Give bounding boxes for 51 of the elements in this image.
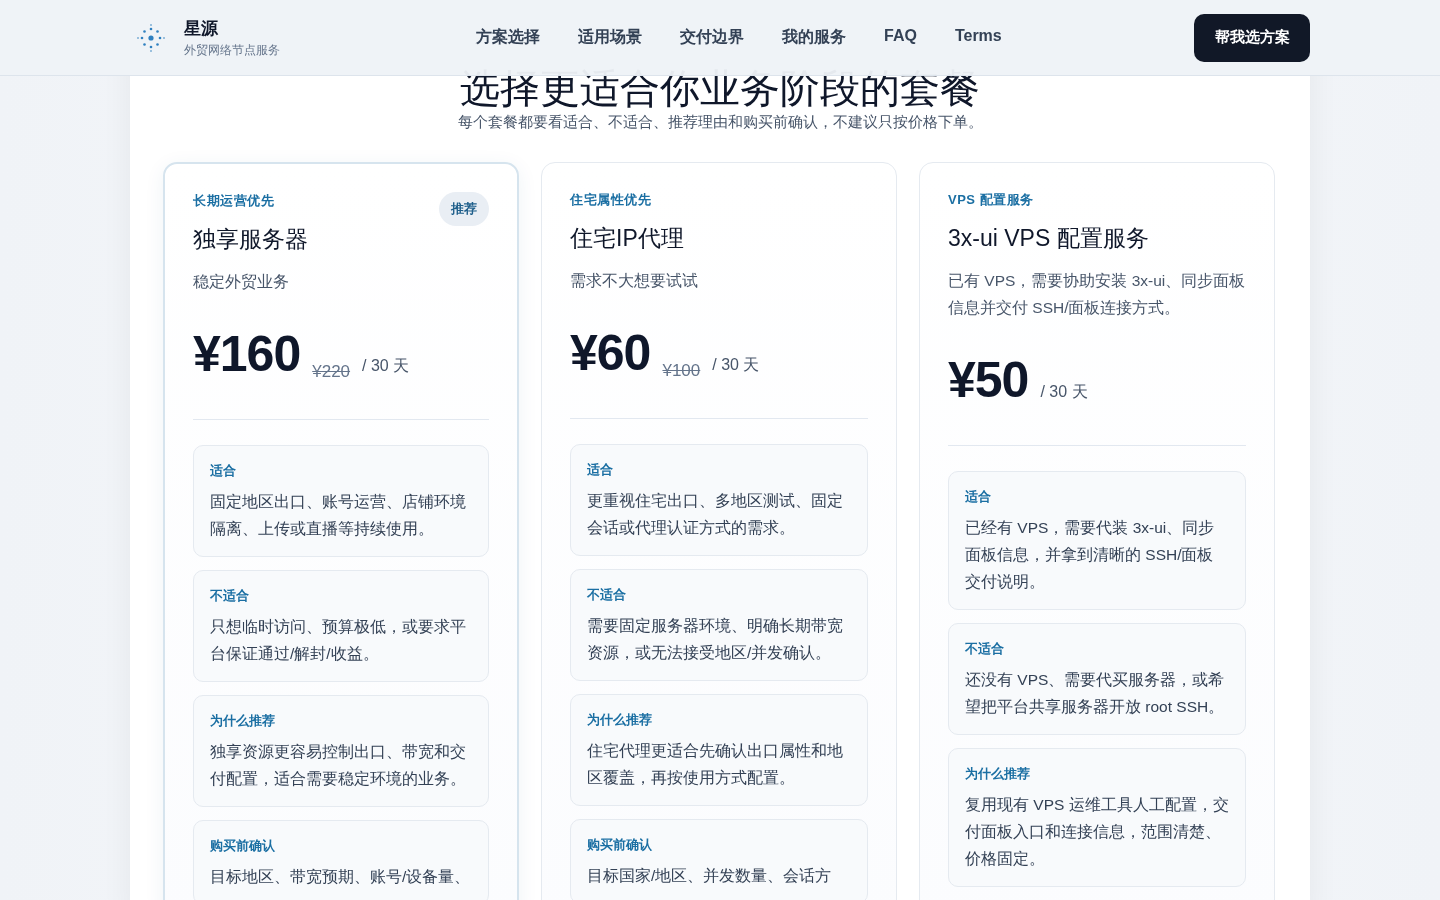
billing-period: / 30 天 <box>362 356 410 376</box>
nav-link[interactable]: FAQ <box>884 27 917 48</box>
info-label: 不适合 <box>587 586 627 604</box>
info-label: 不适合 <box>210 587 250 605</box>
original-price: ¥100 <box>662 360 701 382</box>
section-subtitle: 每个套餐都要看适合、不适合、推荐理由和购买前确认，不建议只按价格下单。 <box>456 112 984 132</box>
plan-category: VPS 配置服务 <box>948 191 1034 209</box>
info-label: 不适合 <box>965 640 1005 658</box>
recommended-badge: 推荐 <box>439 192 489 226</box>
info-text: 需要固定服务器环境、明确长期带宽资源，或无法接受地区/并发确认。 <box>587 616 844 663</box>
info-label: 为什么推荐 <box>210 712 276 730</box>
info-text: 住宅代理更适合先确认出口属性和地区覆盖，再按使用方式配置。 <box>587 741 844 788</box>
info-text: 还没有 VPS、需要代买服务器，或希望把平台共享服务器开放 root SSH。 <box>965 670 1226 717</box>
info-text: 目标地区、带宽预期、账号/设备量、 <box>210 867 472 887</box>
choose-plan-button[interactable]: 帮我选方案 <box>1194 13 1310 62</box>
billing-period: / 30 天 <box>1040 382 1088 402</box>
nav-link[interactable]: 适用场景 <box>578 27 642 48</box>
info-text: 只想临时访问、预算极低，或要求平台保证通过/解封/收益。 <box>210 617 467 664</box>
billing-period: / 30 天 <box>712 355 760 375</box>
info-text: 独享资源更容易控制出口、带宽和交付配置，适合需要稳定环境的业务。 <box>210 742 467 789</box>
plan-price: ¥60 <box>570 324 651 382</box>
plan-price: ¥160 <box>193 325 301 383</box>
info-label: 适合 <box>210 462 237 480</box>
plan-name: 3x-ui VPS 配置服务 <box>948 224 1150 253</box>
original-price: ¥220 <box>312 361 351 383</box>
brand-tagline: 外贸网络节点服务 <box>184 41 280 59</box>
info-text: 更重视住宅出口、多地区测试、固定会话或代理认证方式的需求。 <box>587 491 844 538</box>
plan-description: 已有 VPS，需要协助安装 3x-ui、同步面板信息并交付 SSH/面板连接方式。 <box>948 271 1246 318</box>
info-text: 目标国家/地区、并发数量、会话方 <box>587 866 833 886</box>
nav-link[interactable]: Terms <box>954 27 1002 48</box>
plan-name: 住宅IP代理 <box>570 224 685 253</box>
plan-category: 长期运营优先 <box>193 192 274 210</box>
info-label: 适合 <box>965 488 992 506</box>
info-text: 复用现有 VPS 运维工具人工配置，交付面板入口和连接信息，范围清楚、价格固定。 <box>965 795 1229 869</box>
plan-description: 需求不大想要试试 <box>570 271 699 291</box>
nav-link[interactable]: 交付边界 <box>680 27 744 48</box>
info-label: 适合 <box>587 461 614 479</box>
plan-name: 独享服务器 <box>193 225 309 254</box>
brand-name: 星源 <box>184 17 219 40</box>
info-label: 为什么推荐 <box>587 711 653 729</box>
info-text: 已经有 VPS，需要代装 3x-ui、同步面板信息，并拿到清晰的 SSH/面板交付说明。 <box>965 518 1216 592</box>
plan-description: 稳定外贸业务 <box>193 272 290 292</box>
nav-link[interactable]: 我的服务 <box>782 27 846 48</box>
plan-category: 住宅属性优先 <box>570 191 651 209</box>
info-text: 固定地区出口、账号运营、店铺环境隔离、上传或直播等持续使用。 <box>210 492 467 539</box>
info-label: 购买前确认 <box>587 836 653 854</box>
logo-icon <box>136 22 166 53</box>
nav-link[interactable]: 方案选择 <box>476 27 540 48</box>
info-label: 购买前确认 <box>210 837 276 855</box>
plan-price: ¥50 <box>948 351 1029 409</box>
info-label: 为什么推荐 <box>965 765 1031 783</box>
